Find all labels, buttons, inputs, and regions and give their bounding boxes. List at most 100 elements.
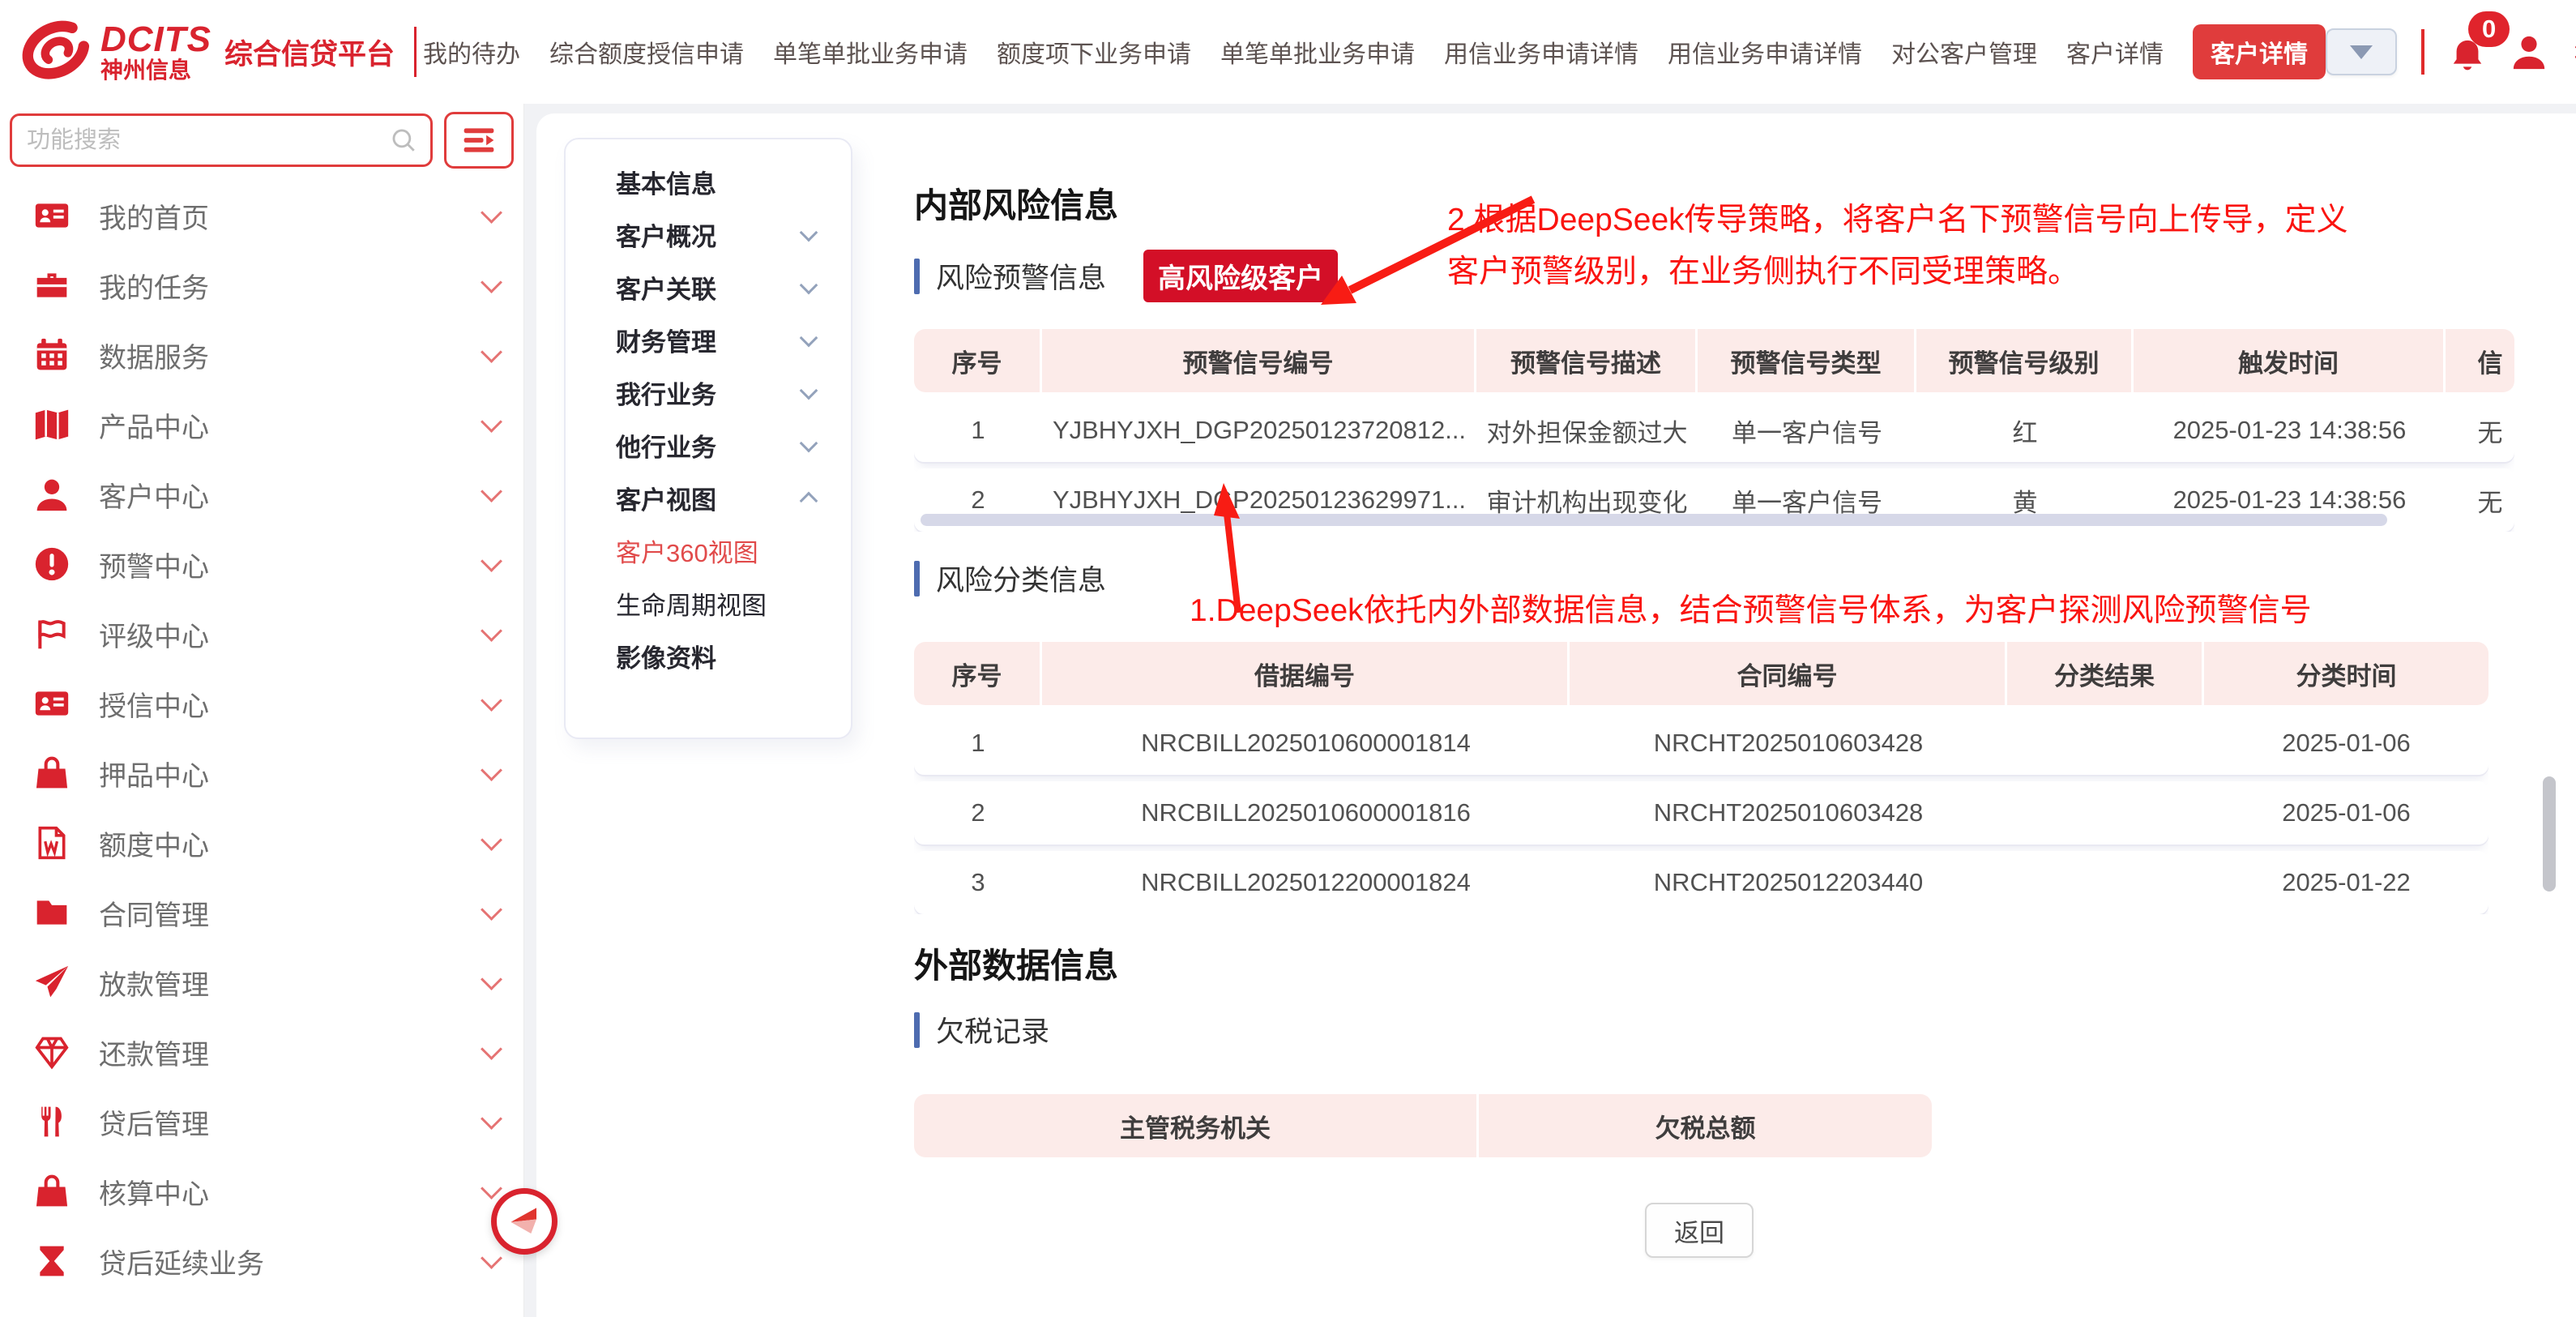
- horizontal-scrollbar[interactable]: [921, 514, 2387, 526]
- sidebar-item-label: 押品中心: [99, 754, 209, 793]
- gem-icon: [34, 1034, 70, 1070]
- menu-toggle-button[interactable]: [444, 112, 514, 169]
- table-cell: 红: [1916, 399, 2134, 462]
- sidebar-item[interactable]: 预警中心: [0, 529, 523, 599]
- search-icon: [390, 126, 417, 154]
- idcard-icon: [34, 686, 70, 721]
- top-nav-item[interactable]: 额度项下业务申请: [997, 34, 1191, 70]
- brand-divider: [414, 27, 417, 77]
- top-nav-item[interactable]: 客户详情: [2193, 24, 2326, 79]
- submenu-item[interactable]: 客户概况: [566, 208, 851, 261]
- top-nav-item[interactable]: 客户详情: [2066, 34, 2164, 70]
- chevron-down-icon: [481, 202, 502, 224]
- top-nav-item[interactable]: 用信业务申请详情: [1444, 34, 1638, 70]
- settings-button[interactable]: [2572, 33, 2576, 71]
- tax-record-table: 主管税务机关欠税总额: [914, 1094, 1932, 1157]
- submenu-item-label: 客户关联: [616, 269, 716, 306]
- sidebar-item[interactable]: 我的首页: [0, 181, 523, 250]
- top-nav-item[interactable]: 我的待办: [423, 34, 520, 70]
- notifications-button[interactable]: 0: [2449, 29, 2486, 75]
- chevron-down-icon: [481, 1178, 502, 1199]
- table-header-cell: 信: [2446, 329, 2514, 392]
- table-header-cell: 触发时间: [2134, 329, 2446, 392]
- sidebar-item-label: 合同管理: [99, 893, 209, 933]
- table-header-cell: 分类时间: [2204, 642, 2488, 705]
- sidebar-item[interactable]: 核算中心: [0, 1157, 523, 1226]
- submenu-item[interactable]: 生命周期视图: [566, 577, 851, 630]
- user-button[interactable]: [2510, 33, 2548, 71]
- notifications-badge: 0: [2468, 11, 2510, 47]
- folder-icon: [34, 895, 70, 930]
- sidebar-collapse-button[interactable]: [491, 1188, 557, 1255]
- table-header-row: 序号预警信号编号预警信号描述预警信号类型预警信号级别触发时间信: [914, 329, 2514, 392]
- brief-icon: [34, 267, 70, 303]
- table-cell: YJBHYJXH_DGP20250123720812...: [1042, 399, 1476, 462]
- table-header-cell: 合同编号: [1570, 642, 2007, 705]
- submenu-item-label: 基本信息: [616, 164, 716, 200]
- map-icon: [34, 407, 70, 443]
- top-nav-item[interactable]: 用信业务申请详情: [1668, 34, 1862, 70]
- table-header-cell: 主管税务机关: [914, 1094, 1479, 1157]
- alert-icon: [34, 546, 70, 582]
- idcard-icon: [34, 198, 70, 233]
- top-nav-item[interactable]: 单笔单批业务申请: [773, 34, 968, 70]
- product-title: 综合信贷平台: [224, 32, 395, 73]
- sidebar-item[interactable]: 还款管理: [0, 1017, 523, 1087]
- chevron-up-icon: [800, 491, 818, 510]
- back-button[interactable]: 返回: [1645, 1203, 1754, 1258]
- sidebar-item-label: 评级中心: [99, 614, 209, 654]
- search-input[interactable]: [25, 126, 390, 155]
- brand-company: 神州信息: [100, 58, 211, 82]
- submenu-item[interactable]: 我行业务: [566, 366, 851, 419]
- sidebar-item[interactable]: 数据服务: [0, 320, 523, 390]
- table-cell: 1: [914, 712, 1042, 775]
- sidebar-item[interactable]: 评级中心: [0, 599, 523, 669]
- table-cell: NRCHT2025012203440: [1570, 851, 2007, 914]
- table-cell: 1: [914, 399, 1042, 462]
- submenu-item[interactable]: 影像资料: [566, 630, 851, 682]
- sidebar-item[interactable]: 贷后延续业务: [0, 1226, 523, 1296]
- submenu-item-label: 我行业务: [616, 374, 716, 411]
- cal-icon: [34, 337, 70, 373]
- top-nav-item[interactable]: 单笔单批业务申请: [1220, 34, 1415, 70]
- sidebar-item[interactable]: 额度中心: [0, 808, 523, 878]
- sidebar-item[interactable]: 客户中心: [0, 460, 523, 529]
- table-header-cell: 预警信号描述: [1476, 329, 1698, 392]
- sidebar-item[interactable]: 放款管理: [0, 947, 523, 1017]
- risk-warning-section-header: 风险预警信息 高风险级客户: [914, 250, 1338, 302]
- sidebar-item[interactable]: 贷后管理: [0, 1087, 523, 1157]
- submenu-item-label: 他行业务: [616, 427, 716, 464]
- sidebar-item[interactable]: 我的任务: [0, 250, 523, 320]
- table-cell: 无: [2446, 399, 2514, 462]
- person-icon: [2510, 33, 2548, 71]
- table-cell: 2025-01-22: [2204, 851, 2488, 914]
- risk-class-section-title: 风险分类信息: [936, 558, 1106, 599]
- risk-warning-table: 序号预警信号编号预警信号描述预警信号类型预警信号级别触发时间信 1YJBHYJXH…: [914, 329, 2514, 532]
- sidebar-item[interactable]: 产品中心: [0, 390, 523, 460]
- table-row: 3NRCBILL2025012200001824NRCHT20250122034…: [914, 851, 2488, 914]
- dcits-swoosh-icon: [18, 13, 96, 91]
- table-cell: NRCHT2025010603428: [1570, 781, 2007, 845]
- tax-record-section-title: 欠税记录: [936, 1009, 1049, 1050]
- dropdown-button[interactable]: [2326, 28, 2397, 75]
- submenu-item[interactable]: 基本信息: [566, 156, 851, 208]
- top-nav-item[interactable]: 对公客户管理: [1891, 34, 2037, 70]
- submenu-item[interactable]: 财务管理: [566, 314, 851, 366]
- tax-record-section-header: 欠税记录: [914, 1009, 1049, 1050]
- table-header-cell: 序号: [914, 642, 1042, 705]
- sidebar-item[interactable]: 合同管理: [0, 878, 523, 947]
- bag-icon: [34, 755, 70, 791]
- top-nav-item[interactable]: 综合额度授信申请: [549, 34, 744, 70]
- sidebar-item[interactable]: 授信中心: [0, 669, 523, 738]
- vertical-scrollbar-thumb[interactable]: [2543, 776, 2556, 892]
- submenu-item[interactable]: 客户360视图: [566, 524, 851, 577]
- sidebar-item[interactable]: 押品中心: [0, 738, 523, 808]
- submenu-item[interactable]: 客户视图: [566, 472, 851, 524]
- submenu-item[interactable]: 他行业务: [566, 419, 851, 472]
- sidebar-menu: 我的首页我的任务数据服务产品中心客户中心预警中心评级中心授信中心押品中心额度中心…: [0, 181, 523, 1296]
- submenu-item-label: 财务管理: [616, 322, 716, 358]
- table-row: 1NRCBILL2025010600001814NRCHT20250106034…: [914, 712, 2488, 775]
- submenu-item[interactable]: 客户关联: [566, 261, 851, 314]
- content-area: 内部风险信息 风险预警信息 高风险级客户 2.根据DeepSeek传导策略，将客…: [891, 113, 2576, 1317]
- table-cell: 单一客户信号: [1698, 399, 1916, 462]
